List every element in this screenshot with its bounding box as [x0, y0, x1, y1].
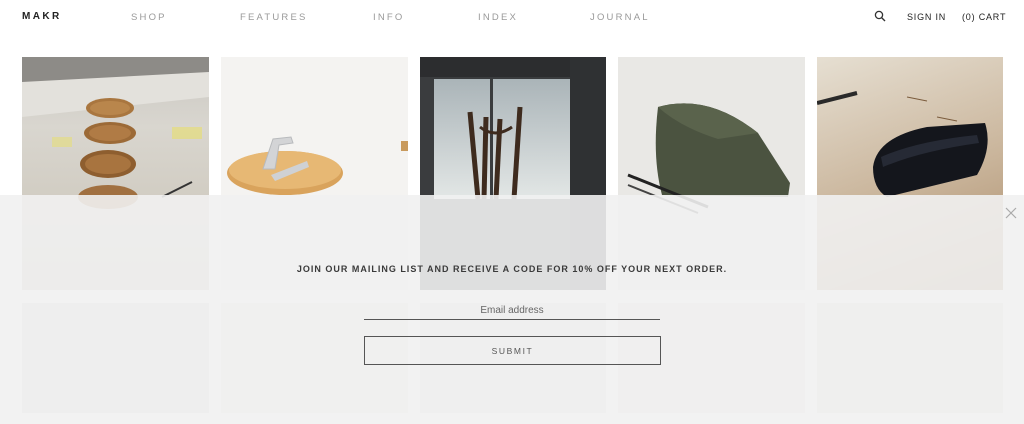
- sign-in-link[interactable]: SIGN IN: [907, 12, 946, 22]
- main-nav: SHOP FEATURES INFO INDEX JOURNAL: [0, 12, 1024, 26]
- submit-button[interactable]: SUBMIT: [364, 336, 661, 365]
- nav-item-features[interactable]: FEATURES: [240, 12, 308, 23]
- nav-item-journal[interactable]: JOURNAL: [590, 12, 650, 23]
- site-header: MAKR SHOP FEATURES INFO INDEX JOURNAL SI…: [0, 0, 1024, 36]
- email-field[interactable]: [364, 302, 660, 320]
- search-icon[interactable]: [874, 10, 886, 22]
- nav-item-shop[interactable]: SHOP: [131, 12, 167, 23]
- newsletter-message: JOIN OUR MAILING LIST AND RECEIVE A CODE…: [296, 264, 728, 274]
- nav-item-index[interactable]: INDEX: [478, 12, 518, 23]
- nav-item-info[interactable]: INFO: [373, 12, 405, 23]
- close-icon[interactable]: [1004, 206, 1018, 220]
- cart-link[interactable]: (0) CART: [962, 12, 1006, 22]
